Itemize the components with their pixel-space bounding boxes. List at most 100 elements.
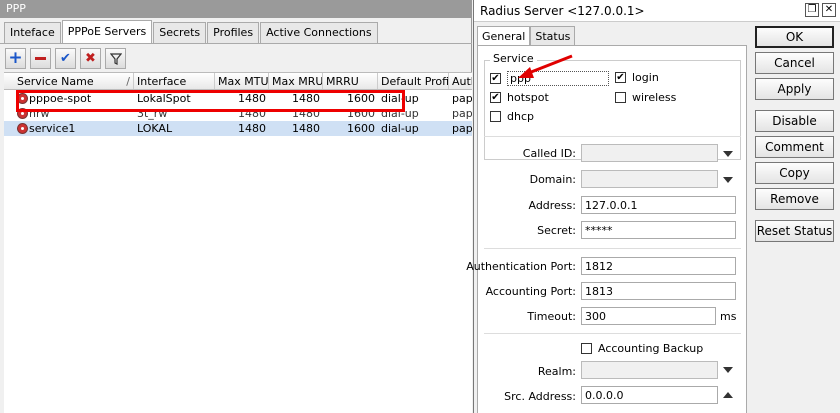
tab-secrets[interactable]: Secrets <box>153 22 207 43</box>
mrru-cell: 1600 <box>347 122 375 135</box>
domain-label: Domain: <box>529 173 576 186</box>
tab-interface[interactable]: Inteface <box>4 22 61 43</box>
wireless-label: wireless <box>632 91 677 104</box>
divider <box>484 333 741 334</box>
ppp-check-icon: ✔ <box>490 73 501 84</box>
dhcp-label: dhcp <box>507 110 534 123</box>
remove-button[interactable]: Remove <box>755 188 834 210</box>
domain-input[interactable] <box>581 170 718 188</box>
plus-icon: + <box>8 48 23 68</box>
domain-dropdown-icon[interactable] <box>723 177 733 183</box>
default-profile-cell: dial-up <box>381 92 419 105</box>
acct-port-label: Accounting Port: <box>485 285 576 298</box>
minus-icon <box>35 57 46 60</box>
hotspot-checkbox[interactable]: ✔ hotspot <box>490 91 549 104</box>
service-name-cell: pppoe-spot <box>14 91 134 106</box>
table-row[interactable]: pppoe-spot LokalSpot 1480 1480 1600 dial… <box>4 91 472 106</box>
accounting-backup-label: Accounting Backup <box>598 342 704 355</box>
x-icon: ✖ <box>85 51 96 66</box>
reset-status-button[interactable]: Reset Status <box>755 220 834 242</box>
hotspot-check-icon: ✔ <box>490 92 501 103</box>
login-label: login <box>632 71 659 84</box>
default-profile-cell: dial-up <box>381 107 419 120</box>
restore-button[interactable]: ❐ <box>805 3 819 17</box>
radius-tabs: General Status <box>477 26 576 45</box>
accounting-backup-checkbox[interactable]: Accounting Backup <box>581 342 703 355</box>
window-controls: ❐ ✕ <box>805 3 836 17</box>
column-header-max-mtu[interactable]: Max MTU <box>215 73 269 89</box>
default-profile-cell: dial-up <box>381 122 419 135</box>
column-header-auth[interactable]: Auth <box>449 73 472 89</box>
ppp-window: PPP Inteface PPPoE Servers Secrets Profi… <box>0 0 472 413</box>
column-header-mrru[interactable]: MRRU <box>323 73 378 89</box>
called-id-input[interactable] <box>581 144 718 162</box>
server-icon <box>17 108 28 119</box>
disable-button[interactable]: ✖ <box>80 48 101 69</box>
restore-icon: ❐ <box>807 4 817 15</box>
ok-button[interactable]: OK <box>755 26 834 48</box>
general-panel: Service ✔ ppp ✔ login ✔ hotspot wireless… <box>466 45 747 413</box>
column-header-default-profile[interactable]: Default Profile <box>378 73 449 89</box>
wireless-checkbox[interactable]: wireless <box>615 91 676 104</box>
remove-button[interactable] <box>30 48 51 69</box>
called-id-dropdown-icon[interactable] <box>723 151 733 157</box>
src-address-label: Src. Address: <box>504 390 576 403</box>
pppoe-servers-table: Service Name / Interface Max MTU Max MRU … <box>4 72 472 413</box>
dhcp-check-icon <box>490 111 501 122</box>
mrru-cell: 1600 <box>347 107 375 120</box>
close-icon: ✕ <box>824 4 834 15</box>
close-button[interactable]: ✕ <box>822 3 836 17</box>
tab-profiles[interactable]: Profiles <box>207 22 260 43</box>
sort-icon: / <box>126 75 130 88</box>
comment-button[interactable]: Comment <box>755 136 834 158</box>
table-row-selected[interactable]: service1 LOKAL 1480 1480 1600 dial-up pa… <box>4 121 472 136</box>
max-mtu-cell: 1480 <box>238 122 266 135</box>
timeout-unit: ms <box>720 310 737 323</box>
cancel-button[interactable]: Cancel <box>755 52 834 74</box>
secret-input[interactable]: ***** <box>581 221 736 239</box>
column-header-max-mru[interactable]: Max MRU <box>269 73 323 89</box>
disable-button[interactable]: Disable <box>755 110 834 132</box>
realm-label: Realm: <box>537 365 576 378</box>
annotation-arrow-icon <box>518 54 573 78</box>
tab-active-connections[interactable]: Active Connections <box>260 22 378 43</box>
apply-button[interactable]: Apply <box>755 78 834 100</box>
auth-cell: pap <box>452 122 472 135</box>
max-mru-cell: 1480 <box>292 107 320 120</box>
tab-pppoe-servers[interactable]: PPPoE Servers <box>61 20 153 43</box>
wireless-check-icon <box>615 92 626 103</box>
service-name-cell: hrw <box>14 106 134 121</box>
radius-window-title: Radius Server <127.0.0.1> <box>474 0 840 22</box>
src-address-input[interactable]: 0.0.0.0 <box>581 386 718 404</box>
src-address-collapse-icon[interactable] <box>723 392 733 398</box>
divider <box>484 136 741 137</box>
login-checkbox[interactable]: ✔ login <box>615 71 659 84</box>
realm-dropdown-icon[interactable] <box>723 367 733 373</box>
ppp-toolbar: + ✔ ✖ <box>5 48 126 69</box>
column-header-interface[interactable]: Interface <box>134 73 215 89</box>
realm-input[interactable] <box>581 361 718 379</box>
hotspot-label: hotspot <box>507 91 549 104</box>
add-button[interactable]: + <box>5 48 26 69</box>
secret-label: Secret: <box>537 224 576 237</box>
address-label: Address: <box>528 199 576 212</box>
acct-port-input[interactable]: 1813 <box>581 282 736 300</box>
auth-cell: pap <box>452 107 472 120</box>
enable-button[interactable]: ✔ <box>55 48 76 69</box>
max-mru-cell: 1480 <box>292 122 320 135</box>
filter-button[interactable] <box>105 48 126 69</box>
column-header-service-name[interactable]: Service Name / <box>14 73 134 89</box>
table-row[interactable]: hrw 3t_rw 1480 1480 1600 dial-up pap <box>4 106 472 121</box>
service-name-cell: service1 <box>14 121 134 136</box>
tab-general[interactable]: General <box>477 26 531 45</box>
address-input[interactable]: 127.0.0.1 <box>581 196 736 214</box>
auth-port-label: Authentication Port: <box>466 260 576 273</box>
check-icon: ✔ <box>60 51 71 66</box>
timeout-input[interactable]: 300 <box>581 307 716 325</box>
tab-status[interactable]: Status <box>530 26 576 45</box>
ppp-tabs: Inteface PPPoE Servers Secrets Profiles … <box>4 20 379 43</box>
dhcp-checkbox[interactable]: dhcp <box>490 110 534 123</box>
auth-port-input[interactable]: 1812 <box>581 257 736 275</box>
copy-button[interactable]: Copy <box>755 162 834 184</box>
accounting-backup-check-icon <box>581 343 592 354</box>
